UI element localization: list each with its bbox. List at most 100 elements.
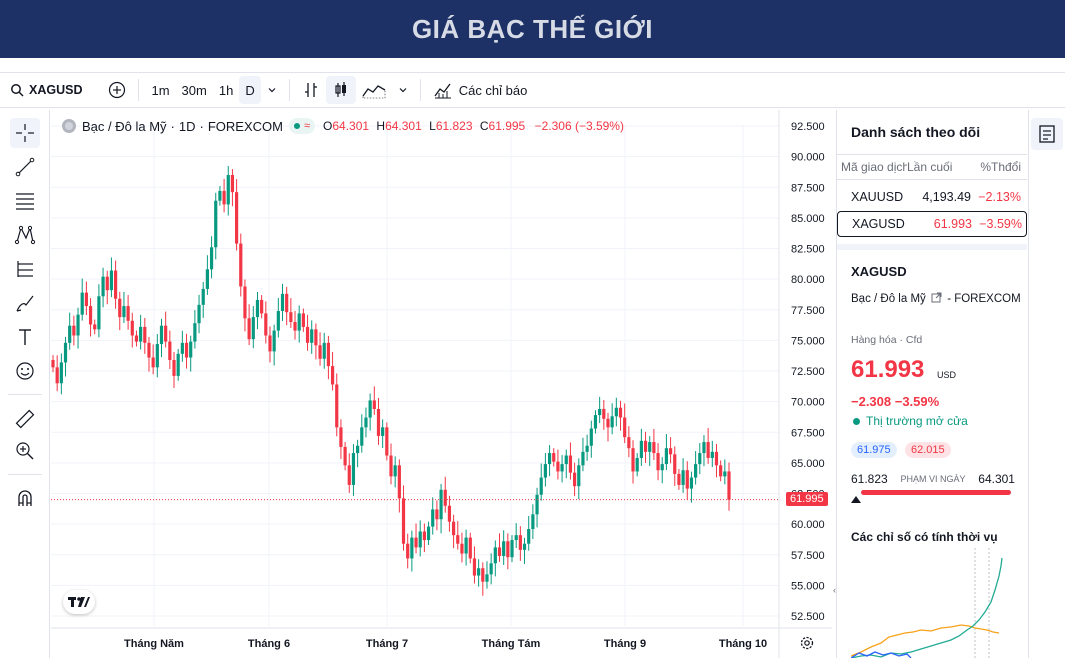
candle-body <box>410 537 414 559</box>
interval-30m[interactable]: 30m <box>176 76 213 104</box>
indicators-label: Các chỉ báo <box>458 82 528 98</box>
price-chart[interactable]: 92.500 90.000 87.500 85.000 82.500 80.000 77.5… <box>51 110 832 658</box>
candle-body <box>614 407 618 417</box>
seasonals-line-orange <box>851 624 1000 657</box>
candle-body <box>481 568 485 582</box>
chevron-down-icon <box>268 88 276 93</box>
pattern-tool[interactable] <box>10 220 40 250</box>
candle-body <box>727 471 731 500</box>
seasonals-chart[interactable] <box>851 548 1011 658</box>
watchlist-toggle-button[interactable] <box>1031 118 1063 150</box>
candle-body <box>502 541 506 556</box>
zoom-tool[interactable] <box>10 436 40 466</box>
symbol-search[interactable]: XAGUSD <box>4 76 88 104</box>
symbol-label: XAGUSD <box>29 83 83 97</box>
candle-body <box>239 243 243 287</box>
candle-body <box>205 269 209 289</box>
trend-line-tool[interactable] <box>10 152 40 182</box>
emoji-tool[interactable] <box>10 356 40 386</box>
details-change: −2.308 −3.59% <box>851 394 940 409</box>
candle-body <box>589 428 593 446</box>
candle-body <box>514 535 518 541</box>
watchlist-row-xagusd[interactable]: XAGUSD 61.993 −3.59% <box>837 211 1027 237</box>
candle-body <box>118 298 122 318</box>
details-instrument-name: Bạc / Đô la Mỹ <box>851 293 926 305</box>
candle-body <box>694 464 698 478</box>
magnet-icon <box>18 490 32 506</box>
row-symbol: XAGUSD <box>852 217 905 231</box>
candle-body <box>101 276 105 297</box>
chart-type-dropdown-button[interactable] <box>392 76 414 104</box>
candle-body <box>301 313 305 327</box>
y-tick-label: 82.500 <box>791 244 825 256</box>
approx-icon: ≈ <box>303 120 311 132</box>
candle-body <box>368 400 372 418</box>
page-banner: GIÁ BẠC THẾ GIỚI <box>0 0 1065 58</box>
tradingview-logo[interactable] <box>63 590 95 614</box>
projection-tool[interactable] <box>10 254 40 284</box>
candle-body <box>314 329 318 346</box>
candle-body <box>698 453 702 465</box>
indicators-button[interactable]: Các chỉ báo <box>427 76 534 104</box>
external-link-icon[interactable] <box>931 292 942 303</box>
area-style-button[interactable] <box>356 76 392 104</box>
open-label: O <box>323 119 333 133</box>
chart-pane[interactable]: 92.500 90.000 87.500 85.000 82.500 80.000 77.5… <box>51 110 832 658</box>
y-tick-label: 77.500 <box>791 305 825 317</box>
candle-body <box>552 453 556 462</box>
y-tick-label: 55.000 <box>791 580 825 592</box>
candle-body <box>451 521 456 536</box>
magnet-tool[interactable] <box>10 483 40 513</box>
candle-body <box>151 357 155 368</box>
candle-body <box>702 442 706 454</box>
interval-d[interactable]: D <box>239 76 261 104</box>
interval-dropdown-button[interactable] <box>261 76 283 104</box>
candle-body <box>180 342 184 354</box>
interval-1m[interactable]: 1m <box>145 76 175 104</box>
day-high: 64.301 <box>978 472 1015 486</box>
market-status[interactable]: Thị trường mở cửa <box>853 414 968 428</box>
candle-body <box>593 415 598 429</box>
candles-style-button[interactable] <box>325 76 356 104</box>
candle-body <box>539 477 543 495</box>
candle-body <box>406 543 410 559</box>
ask-price: 62.015 <box>905 442 951 458</box>
watchlist-row-xauusd[interactable]: XAUUSD 4,193.49 −2.13% <box>837 184 1027 210</box>
chart-legend: Bạc / Đô la Mỹ · 1D · FOREXCOM ≈ O64.301… <box>61 118 624 134</box>
crosshair-tool[interactable] <box>10 118 40 148</box>
col-symbol-header[interactable]: Mã giao dịch <box>837 160 907 174</box>
candle-body <box>668 448 673 455</box>
candle-body <box>193 323 197 342</box>
col-last-header[interactable]: Lần cuối <box>907 160 971 174</box>
bars-style-button[interactable] <box>296 76 326 104</box>
candle-body <box>297 313 301 331</box>
plus-circle-icon <box>109 81 126 99</box>
candle-body <box>318 345 322 359</box>
candle-body <box>397 465 401 499</box>
chart-settings-button[interactable] <box>799 635 817 653</box>
interval-1h[interactable]: 1h <box>213 76 239 104</box>
candle-body <box>522 543 527 550</box>
candle-body <box>326 342 331 367</box>
bid-price: 61.975 <box>851 442 897 458</box>
candle-body <box>477 568 481 576</box>
candle-body <box>335 384 339 428</box>
brush-tool[interactable] <box>10 288 40 318</box>
text-tool[interactable] <box>10 322 40 352</box>
details-symbol[interactable]: XAGUSD <box>851 264 907 279</box>
candle-body <box>677 473 681 485</box>
ruler-icon <box>15 409 35 429</box>
candle-body <box>710 451 714 458</box>
fib-tool[interactable] <box>10 186 40 216</box>
high-value: 64.301 <box>385 119 422 133</box>
trend-line-icon <box>15 157 35 177</box>
measure-tool[interactable] <box>10 404 40 434</box>
col-change-header[interactable]: %Thđổi <box>971 160 1025 174</box>
market-status-pill[interactable]: ≈ <box>288 118 316 134</box>
candle-body <box>660 464 664 471</box>
candle-body <box>147 342 151 358</box>
candle-body <box>531 514 535 530</box>
candlestick-icon <box>335 82 346 97</box>
panel-collapse-handle[interactable]: ‹ <box>833 585 841 599</box>
compare-symbol-button[interactable] <box>102 76 132 104</box>
